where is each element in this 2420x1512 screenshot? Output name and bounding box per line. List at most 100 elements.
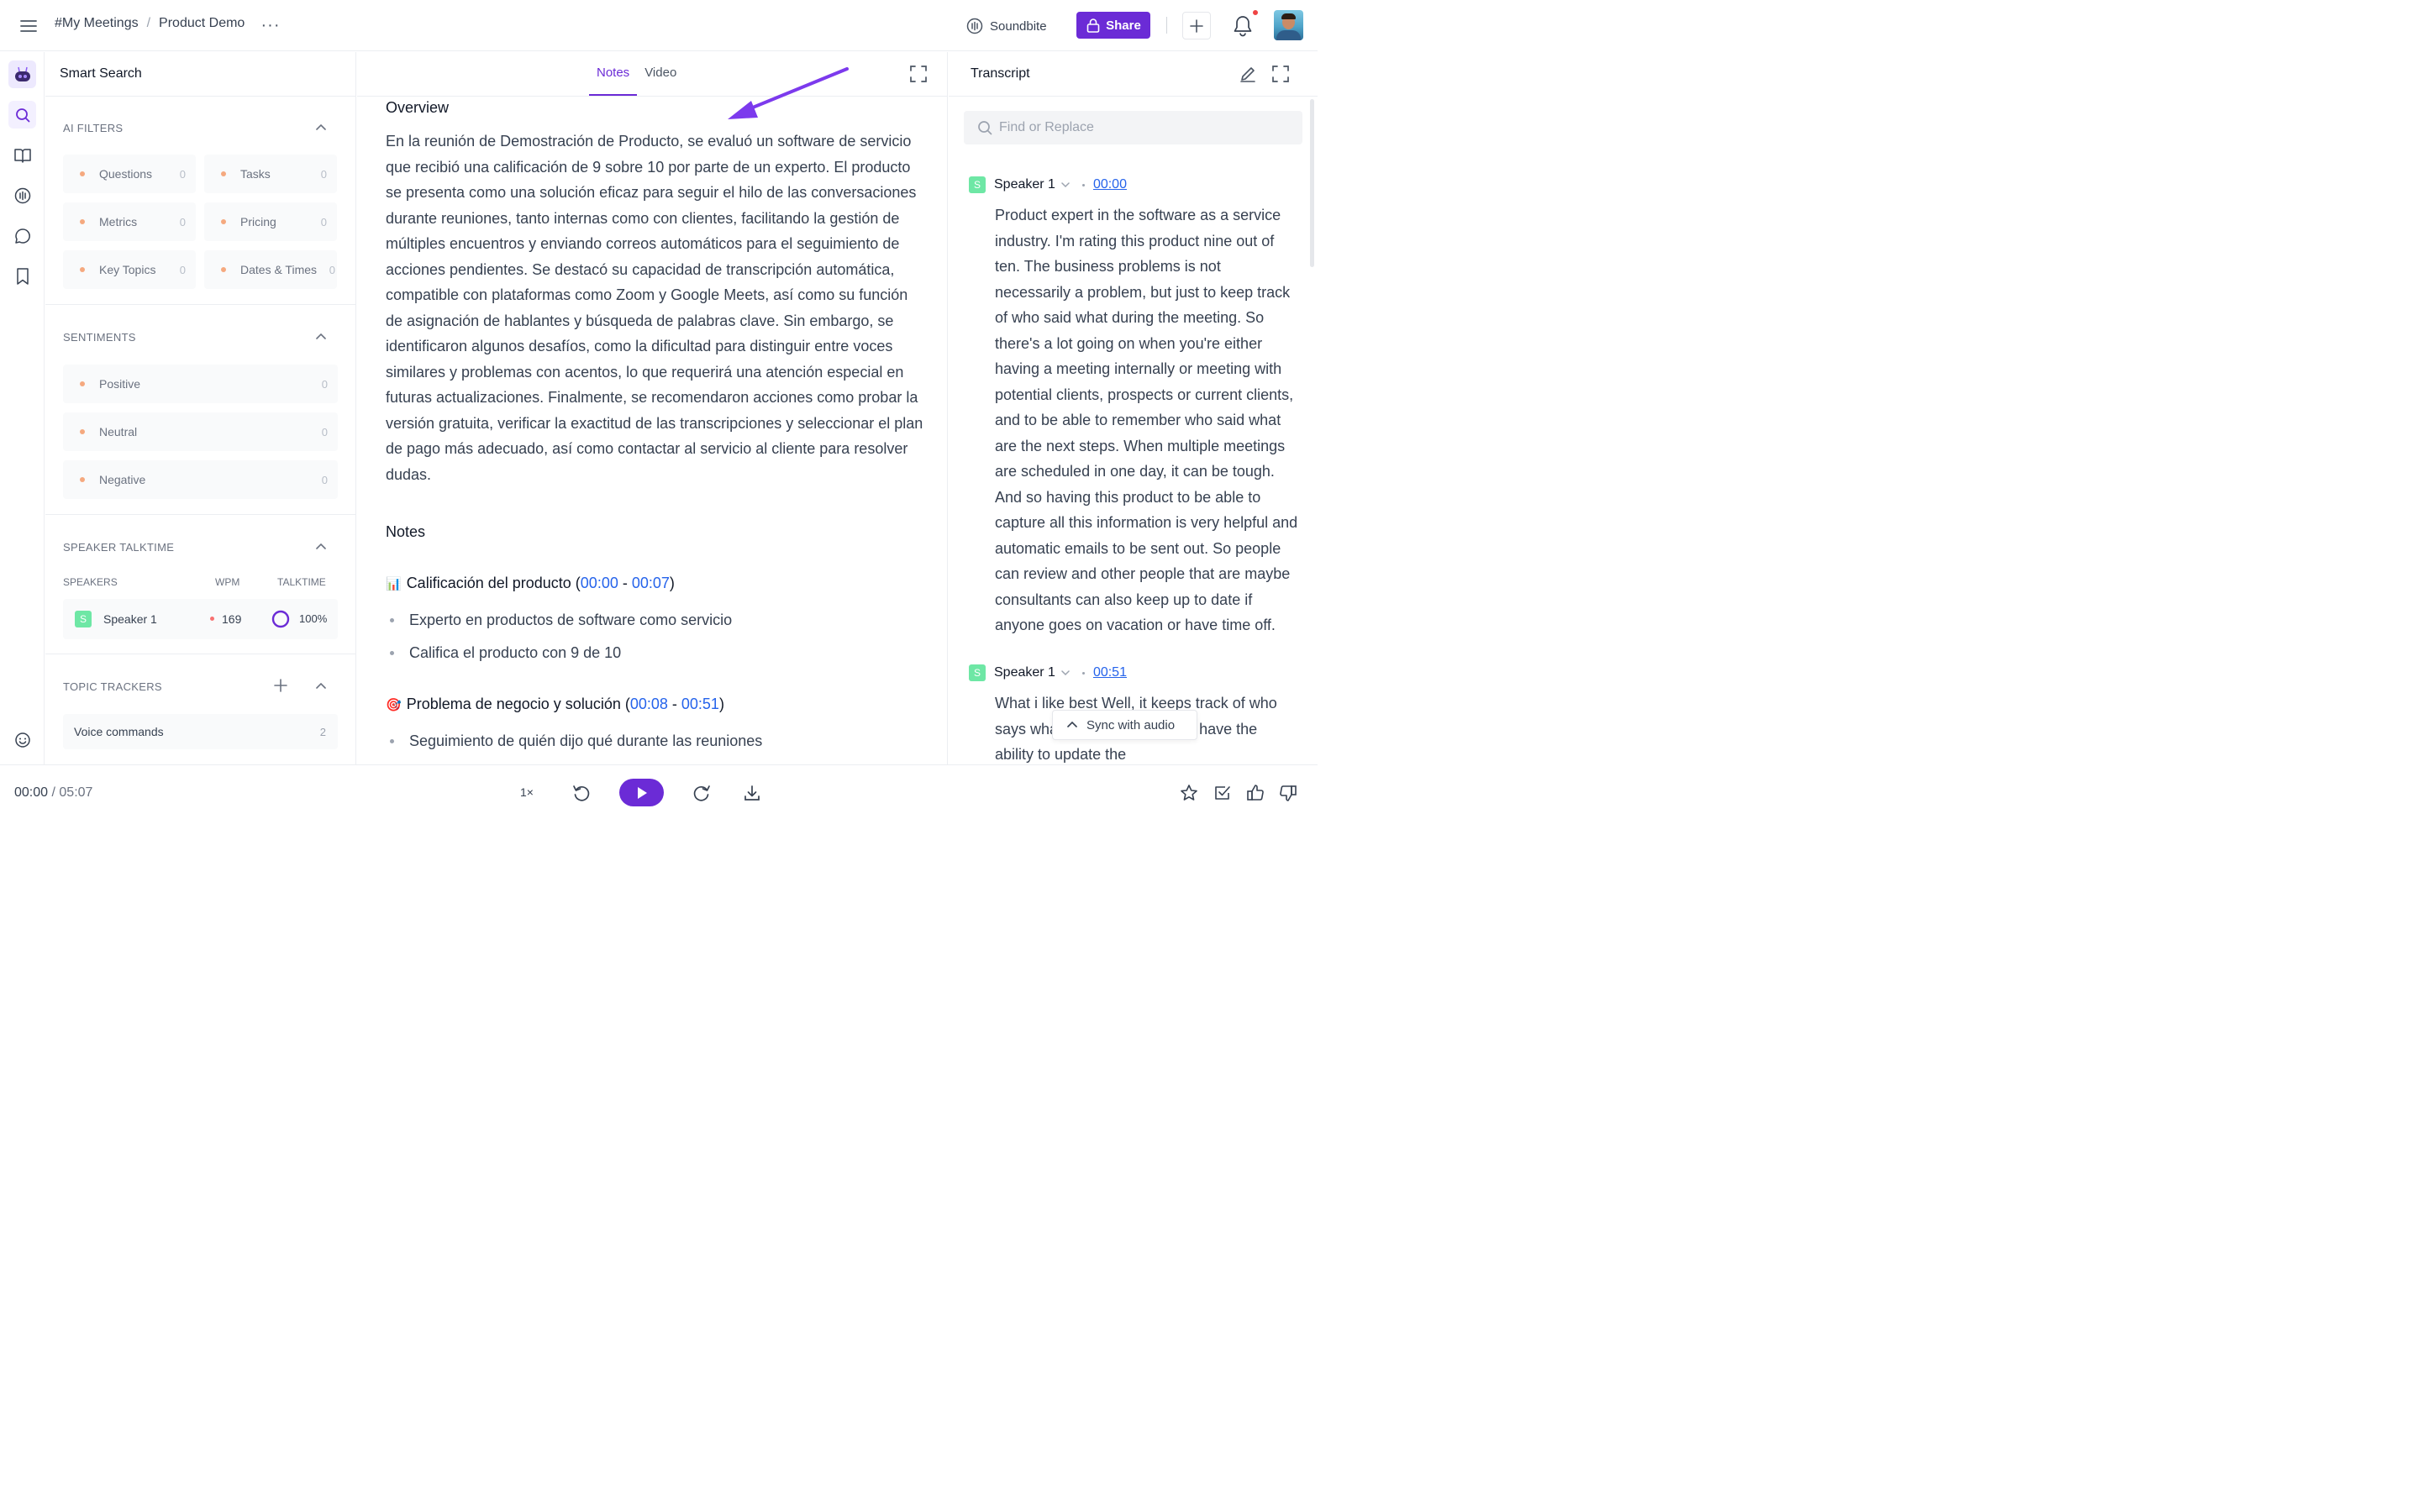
star-icon[interactable] — [1178, 782, 1200, 804]
transcript-title: Transcript — [971, 66, 1030, 81]
smiley-icon[interactable] — [8, 726, 36, 753]
filter-chip-tasks[interactable]: Tasks 0 — [204, 155, 337, 193]
tab-notes[interactable]: Notes — [589, 52, 638, 96]
bookmark-icon[interactable] — [8, 262, 36, 290]
chat-icon[interactable] — [8, 222, 36, 249]
expand-transcript-icon[interactable] — [1271, 65, 1290, 83]
search-icon[interactable] — [8, 101, 36, 129]
smart-search-title: Smart Search — [60, 66, 142, 81]
timestamp-link[interactable]: 00:00 — [1093, 177, 1127, 192]
download-icon[interactable] — [741, 782, 763, 804]
chevron-down-icon[interactable] — [1060, 668, 1071, 678]
speaker-talktime-row[interactable]: S Speaker 1 169 100% — [63, 599, 338, 639]
chip-label: Negative — [99, 473, 146, 486]
breadcrumb-current[interactable]: Product Demo — [159, 16, 245, 31]
timestamp-link[interactable]: 00:08 — [630, 696, 668, 713]
find-replace-field[interactable] — [964, 111, 1302, 144]
filter-chip-metrics[interactable]: Metrics 0 — [63, 202, 196, 241]
collapse-ai-filters-icon[interactable] — [314, 121, 328, 134]
play-button[interactable] — [619, 779, 664, 806]
find-replace-input[interactable] — [999, 120, 1285, 135]
chip-count: 0 — [179, 263, 186, 276]
time-readout: 00:00 / 05:07 — [14, 785, 92, 801]
thumbs-down-icon[interactable] — [1277, 782, 1299, 804]
playback-speed-button[interactable]: 1× — [520, 785, 534, 799]
total-time: 05:07 — [59, 785, 93, 800]
chip-label: Key Topics — [99, 263, 156, 276]
note-topic-title: Problema de negocio y solución ( — [406, 696, 630, 712]
timestamp-link[interactable]: 00:51 — [681, 696, 719, 713]
soundbite-button[interactable]: Soundbite — [966, 13, 1047, 39]
chevron-up-icon — [1067, 721, 1077, 727]
timestamp-link[interactable]: 00:00 — [581, 575, 618, 592]
book-icon[interactable] — [8, 141, 36, 169]
notification-badge — [1251, 8, 1260, 17]
filter-chip-pricing[interactable]: Pricing 0 — [204, 202, 337, 241]
paren-close: ) — [669, 575, 675, 591]
speaker-wpm: 169 — [222, 612, 242, 626]
chip-label: Neutral — [99, 425, 138, 438]
speaker-name: Speaker 1 — [103, 612, 157, 626]
bullet-text: Experto en productos de software como se… — [409, 612, 733, 628]
timestamp-dash: - — [667, 696, 681, 712]
lock-icon — [1086, 18, 1100, 33]
soundwave-icon[interactable] — [8, 181, 36, 209]
sync-with-audio-button[interactable]: Sync with audio — [1052, 710, 1197, 740]
transcript-text[interactable]: Product expert in the software as a serv… — [995, 202, 1299, 638]
collapse-topics-icon[interactable] — [314, 680, 328, 693]
plus-icon — [1190, 18, 1203, 33]
speaker-name[interactable]: Speaker 1 — [994, 177, 1055, 192]
timestamp-link[interactable]: 00:51 — [1093, 665, 1127, 680]
tab-video[interactable]: Video — [637, 52, 684, 96]
expand-notes-icon[interactable] — [909, 65, 928, 83]
breadcrumb: #My Meetings / Product Demo — [55, 16, 245, 31]
left-rail — [0, 52, 45, 764]
speaker-badge: S — [75, 611, 92, 627]
note-topic-heading: 🎯 Problema de negocio y solución ( 00:08… — [386, 696, 724, 713]
note-bullet: Seguimiento de quién dijo qué durante la… — [390, 732, 762, 750]
timestamp-link[interactable]: 00:07 — [632, 575, 670, 592]
collapse-sentiments-icon[interactable] — [314, 330, 328, 344]
edit-pencil-icon[interactable] — [1239, 65, 1257, 83]
user-avatar[interactable] — [1274, 10, 1303, 40]
notes-heading: Notes — [386, 523, 426, 540]
topic-tracker-voice-commands[interactable]: Voice commands 2 — [63, 714, 338, 749]
sentiment-chip-neutral[interactable]: Neutral 0 — [63, 412, 338, 451]
add-button[interactable] — [1182, 12, 1211, 39]
speaker-badge: S — [969, 176, 986, 193]
rewind-icon[interactable] — [571, 782, 592, 804]
add-topic-plus-icon[interactable] — [274, 679, 287, 692]
more-options-icon[interactable]: ··· — [259, 15, 282, 35]
sentiment-chip-positive[interactable]: Positive 0 — [63, 365, 338, 403]
share-button[interactable]: Share — [1076, 12, 1150, 39]
chip-count: 0 — [321, 473, 328, 486]
thumbs-up-icon[interactable] — [1244, 782, 1266, 804]
filter-chip-questions[interactable]: Questions 0 — [63, 155, 196, 193]
bullet-text: Califica el producto con 9 de 10 — [409, 644, 622, 661]
topic-count: 2 — [319, 725, 326, 738]
collapse-talktime-icon[interactable] — [314, 540, 328, 554]
transcript-scrollbar[interactable] — [1310, 99, 1314, 267]
soundwave-icon — [966, 18, 983, 34]
speaker-name[interactable]: Speaker 1 — [994, 665, 1055, 680]
chevron-down-icon[interactable] — [1060, 180, 1071, 190]
hamburger-menu-icon[interactable] — [18, 16, 39, 36]
speaker-talktime-title: SPEAKER TALKTIME — [63, 541, 175, 554]
speaker-talktime: 100% — [299, 612, 328, 625]
note-topic-title: Calificación del producto ( — [406, 575, 581, 591]
notes-panel: Notes Video Overview En la reunión de De… — [357, 52, 948, 764]
audio-player: 00:00 / 05:07 1× — [0, 764, 1318, 823]
col-talktime: TALKTIME — [277, 576, 326, 588]
notifications-bell-icon[interactable] — [1229, 13, 1256, 39]
forward-icon[interactable] — [691, 782, 713, 804]
breadcrumb-root[interactable]: #My Meetings — [55, 16, 139, 31]
transcript-panel: Transcript S Speaker 1 00:00 Product exp… — [949, 52, 1318, 764]
bot-icon[interactable] — [8, 60, 36, 88]
sentiments-title: SENTIMENTS — [63, 331, 136, 344]
checkbox-task-icon[interactable] — [1212, 782, 1234, 804]
filter-chip-key-topics[interactable]: Key Topics 0 — [63, 250, 196, 289]
sentiment-chip-negative[interactable]: Negative 0 — [63, 460, 338, 499]
filter-chip-dates-times[interactable]: Dates & Times 0 — [204, 250, 337, 289]
col-speakers: SPEAKERS — [63, 576, 118, 588]
chip-count: 0 — [329, 263, 335, 276]
